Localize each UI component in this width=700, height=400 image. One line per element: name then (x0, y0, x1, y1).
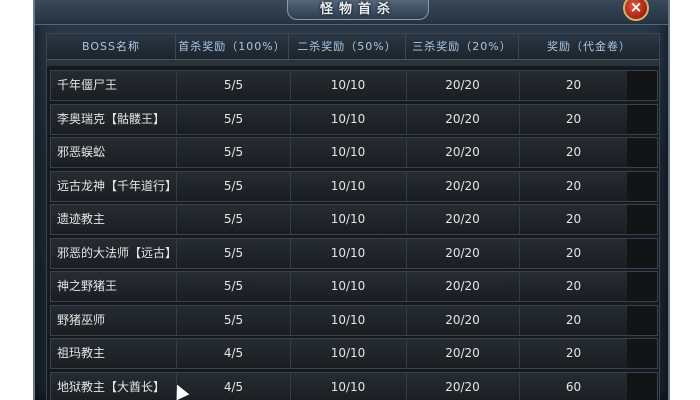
close-button[interactable]: × (623, 0, 649, 21)
header-third-kill: 三杀奖励（20%） (406, 34, 519, 59)
table-row: 邪恶蜈蚣 5/5 10/10 20/20 20 (50, 137, 658, 168)
row-shadow (627, 372, 657, 400)
cell-second-kill: 10/10 (290, 339, 407, 368)
cell-reward: 60 (565, 379, 582, 394)
row-shadow (627, 71, 657, 100)
table-row: 李奥瑞克【骷髅王】 5/5 10/10 20/20 20 (50, 103, 658, 135)
cell-reward: 20 (565, 279, 582, 293)
title-plate: 怪物首杀 (287, 0, 429, 20)
cell-reward: 20 (565, 346, 582, 360)
cell-boss-name: 地狱教主【大酋长】 (51, 372, 177, 400)
cell-boss-name: 野猪巫师 (51, 305, 177, 335)
cell-third-kill: 20/20 (406, 305, 520, 335)
table-row: 神之野猪王 5/5 10/10 20/20 20 (50, 271, 658, 302)
cell-second-kill: 10/10 (290, 71, 407, 100)
cell-boss-name: 神之野猪王 (51, 272, 177, 301)
cell-boss-name: 遗迹教主 (51, 205, 177, 234)
row-shadow (627, 272, 657, 301)
boss-first-kill-window: 怪物首杀 × BOSS名称 首杀奖励（100%） 二杀奖励（50%） 三杀奖励（… (33, 0, 670, 400)
cell-boss-name: 邪恶蜈蚣 (51, 138, 177, 167)
cell-reward: 20 (565, 212, 582, 226)
cell-second-kill: 10/10 (290, 238, 407, 268)
cell-second-kill: 10/10 (290, 205, 407, 234)
table-row: 祖玛教主 4/5 10/10 20/20 20 (50, 338, 658, 369)
cell-first-kill: 4/5 (177, 372, 291, 400)
cell-first-kill: 5/5 (177, 104, 291, 134)
cell-third-kill: 20/20 (406, 339, 520, 368)
cell-first-kill: 5/5 (177, 138, 291, 167)
cell-second-kill: 10/10 (290, 171, 407, 201)
cell-third-kill: 20/20 (406, 205, 520, 234)
cell-boss-name: 李奥瑞克【骷髅王】 (51, 104, 177, 134)
header-reward: 奖励（代金卷） (547, 40, 631, 53)
header-separator (47, 60, 659, 66)
cell-boss-name: 祖玛教主 (51, 339, 177, 368)
row-shadow (627, 104, 657, 134)
header-second-kill: 二杀奖励（50%） (289, 34, 406, 59)
cell-reward: 20 (565, 245, 582, 260)
cell-boss-name: 远古龙神【千年道行】 (51, 171, 177, 201)
row-shadow (627, 339, 657, 368)
cell-first-kill: 5/5 (177, 205, 291, 234)
cell-third-kill: 20/20 (406, 238, 520, 268)
cell-second-kill: 10/10 (290, 272, 407, 301)
cell-second-kill: 10/10 (290, 138, 407, 167)
row-shadow (627, 305, 657, 335)
cell-boss-name: 千年僵尸王 (51, 71, 177, 100)
table-row: 遗迹教主 5/5 10/10 20/20 20 (50, 204, 658, 235)
table-row: 野猪巫师 5/5 10/10 20/20 20 (50, 304, 658, 336)
cell-third-kill: 20/20 (406, 104, 520, 134)
cell-second-kill: 10/10 (290, 305, 407, 335)
cell-reward: 20 (565, 78, 582, 92)
table-row: 地狱教主【大酋长】 4/5 10/10 20/20 60 (50, 371, 658, 400)
cell-third-kill: 20/20 (406, 372, 520, 400)
cell-boss-name: 邪恶的大法师【远古】 (51, 238, 177, 268)
header-first-kill: 首杀奖励（100%） (176, 34, 289, 59)
row-shadow (627, 205, 657, 234)
cell-third-kill: 20/20 (406, 171, 520, 201)
row-shadow (627, 238, 657, 268)
cell-reward: 20 (565, 145, 582, 159)
cell-second-kill: 10/10 (290, 104, 407, 134)
table-row: 邪恶的大法师【远古】 5/5 10/10 20/20 20 (50, 237, 658, 269)
table-row: 远古龙神【千年道行】 5/5 10/10 20/20 20 (50, 170, 658, 202)
cell-second-kill: 10/10 (290, 372, 407, 400)
cell-reward: 20 (565, 111, 582, 126)
cell-third-kill: 20/20 (406, 272, 520, 301)
table-header: BOSS名称 首杀奖励（100%） 二杀奖励（50%） 三杀奖励（20%） 奖励… (47, 34, 659, 60)
title-bar: 怪物首杀 × (35, 0, 668, 25)
cell-first-kill: 5/5 (177, 238, 291, 268)
row-shadow (627, 171, 657, 201)
cell-reward: 20 (565, 178, 582, 193)
cell-third-kill: 20/20 (406, 71, 520, 100)
window-title: 怪物首杀 (319, 2, 396, 17)
row-shadow (627, 138, 657, 167)
table-row: 千年僵尸王 5/5 10/10 20/20 20 (50, 70, 658, 101)
cell-first-kill: 5/5 (177, 305, 291, 335)
cell-first-kill: 5/5 (177, 272, 291, 301)
cell-third-kill: 20/20 (406, 138, 520, 167)
boss-table: BOSS名称 首杀奖励（100%） 二杀奖励（50%） 三杀奖励（20%） 奖励… (46, 33, 660, 400)
cell-first-kill: 5/5 (177, 171, 291, 201)
cell-first-kill: 5/5 (177, 71, 291, 100)
cell-reward: 20 (565, 312, 582, 327)
header-boss-name: BOSS名称 (47, 34, 176, 59)
cell-first-kill: 4/5 (177, 339, 291, 368)
